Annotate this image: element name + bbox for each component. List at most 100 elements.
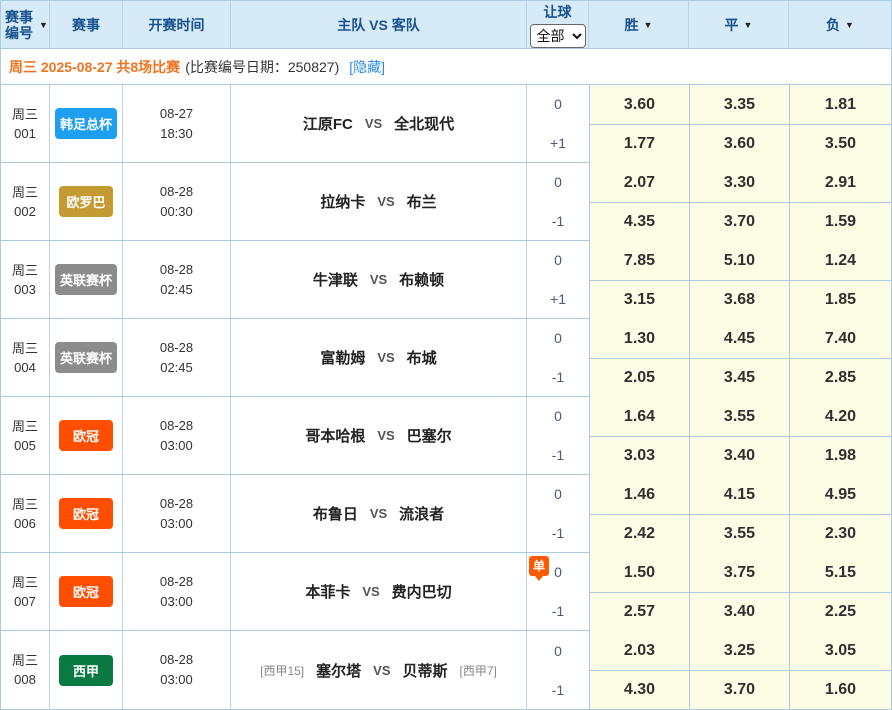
odds-draw-line-2[interactable]: 3.45 (689, 358, 789, 397)
odds-lose-line-2[interactable]: 1.59 (789, 202, 891, 241)
time-cell: 08-28 03:00 (123, 553, 231, 630)
match-date: 08-28 (160, 650, 193, 670)
vs-label: VS (370, 272, 387, 287)
odds-draw-line-1[interactable]: 4.15 (689, 475, 789, 514)
league-badge[interactable]: 西甲 (59, 655, 113, 686)
handicap-line-2: +1 (550, 280, 566, 319)
odds-draw-line-1[interactable]: 3.75 (689, 553, 789, 592)
odds-draw-line-1[interactable]: 5.10 (689, 241, 789, 280)
handicap-line-1: 0 (554, 241, 562, 280)
odds-win-line-2[interactable]: 4.30 (589, 670, 689, 709)
odds-lose-line-2[interactable]: 2.25 (789, 592, 891, 631)
odds-lose-line-2[interactable]: 3.50 (789, 124, 891, 163)
handicap-line-2: -1 (552, 592, 564, 631)
league-badge[interactable]: 韩足总杯 (55, 108, 117, 139)
vs-label: VS (377, 350, 394, 365)
odds-win-line-1[interactable]: 1.46 (589, 475, 689, 514)
odds-lose-line-2[interactable]: 1.98 (789, 436, 891, 475)
away-rank: [西甲7] (460, 662, 497, 679)
away-team: 费内巴切 (392, 581, 452, 602)
odds-win-line-1[interactable]: 2.03 (589, 631, 689, 670)
league-cell: 欧罗巴 (50, 163, 123, 240)
match-day: 周三 (12, 495, 38, 514)
header-win[interactable]: 胜 ▼ (589, 1, 689, 48)
vs-label: VS (365, 116, 382, 131)
odds-draw-line-1[interactable]: 4.45 (689, 319, 789, 358)
header-draw[interactable]: 平 ▼ (689, 1, 789, 48)
odds-win-line-1[interactable]: 1.64 (589, 397, 689, 436)
away-team: 巴塞尔 (407, 425, 452, 446)
home-team: 富勒姆 (320, 347, 365, 368)
lose-sort-caret-icon[interactable]: ▼ (845, 20, 854, 30)
match-number: 005 (14, 436, 36, 455)
odds-draw-line-2[interactable]: 3.68 (689, 280, 789, 319)
odds-draw-line-2[interactable]: 3.70 (689, 670, 789, 709)
win-sort-caret-icon[interactable]: ▼ (644, 20, 653, 30)
league-badge[interactable]: 欧冠 (59, 498, 113, 529)
teams-cell: 哥本哈根 VS 巴塞尔 (231, 397, 527, 474)
odds-draw-line-1[interactable]: 3.55 (689, 397, 789, 436)
vs-label: VS (370, 506, 387, 521)
league-cell: 欧冠 (50, 475, 123, 552)
odds-lose-line-1[interactable]: 5.15 (789, 553, 891, 592)
header-match-id[interactable]: 赛事编号 ▼ (1, 1, 50, 48)
header-match-id-label: 赛事编号 (2, 9, 36, 41)
odds-draw-line-2[interactable]: 3.40 (689, 592, 789, 631)
home-team: 塞尔塔 (316, 660, 361, 681)
odds-win-line-1[interactable]: 7.85 (589, 241, 689, 280)
odds-draw-line-2[interactable]: 3.60 (689, 124, 789, 163)
handicap-filter-select[interactable]: 全部 (530, 24, 586, 48)
league-badge[interactable]: 欧罗巴 (59, 186, 113, 217)
handicap-cell: 0 -1 (527, 475, 589, 552)
odds-win-line-1[interactable]: 2.07 (589, 163, 689, 202)
away-team: 布兰 (407, 191, 437, 212)
odds-win-line-2[interactable]: 2.05 (589, 358, 689, 397)
odds-win-line-2[interactable]: 2.42 (589, 514, 689, 553)
odds-lose-line-1[interactable]: 4.95 (789, 475, 891, 514)
league-badge[interactable]: 欧冠 (59, 576, 113, 607)
sort-caret-icon[interactable]: ▼ (39, 20, 48, 30)
hide-link[interactable]: [隐藏] (349, 57, 385, 77)
match-day: 周三 (12, 183, 38, 202)
odds-draw-line-2[interactable]: 3.55 (689, 514, 789, 553)
draw-sort-caret-icon[interactable]: ▼ (744, 20, 753, 30)
handicap-cell: 0 -1 (527, 163, 589, 240)
odds-win-line-2[interactable]: 4.35 (589, 202, 689, 241)
odds-lose-line-1[interactable]: 7.40 (789, 319, 891, 358)
odds-lose-line-2[interactable]: 1.85 (789, 280, 891, 319)
odds-lose-line-2[interactable]: 1.60 (789, 670, 891, 709)
match-date: 08-28 (160, 338, 193, 358)
odds-lose-line-2[interactable]: 2.30 (789, 514, 891, 553)
header-draw-label: 平 (725, 15, 739, 35)
odds-draw-line-1[interactable]: 3.35 (689, 85, 789, 124)
odds-lose-line-1[interactable]: 3.05 (789, 631, 891, 670)
odds-lose-line-1[interactable]: 1.24 (789, 241, 891, 280)
teams-cell: 牛津联 VS 布赖顿 (231, 241, 527, 318)
league-badge[interactable]: 英联赛杯 (55, 342, 117, 373)
odds-win-line-2[interactable]: 3.03 (589, 436, 689, 475)
league-badge[interactable]: 欧冠 (59, 420, 113, 451)
league-badge[interactable]: 英联赛杯 (55, 264, 117, 295)
match-list: 周三 001 韩足总杯 08-27 18:30 江原FC VS 全北现代 0 +… (1, 85, 891, 709)
odds-lose-line-1[interactable]: 2.91 (789, 163, 891, 202)
match-row: 周三 004 英联赛杯 08-28 02:45 富勒姆 VS 布城 0 -1 1… (1, 319, 891, 397)
odds-win-line-1[interactable]: 1.50 (589, 553, 689, 592)
odds-lose-line-1[interactable]: 4.20 (789, 397, 891, 436)
odds-draw-line-2[interactable]: 3.40 (689, 436, 789, 475)
odds-lose-line-2[interactable]: 2.85 (789, 358, 891, 397)
home-team: 本菲卡 (305, 581, 350, 602)
odds-win-line-1[interactable]: 3.60 (589, 85, 689, 124)
odds-win-line-1[interactable]: 1.30 (589, 319, 689, 358)
odds-win-line-2[interactable]: 3.15 (589, 280, 689, 319)
header-lose[interactable]: 负 ▼ (789, 1, 891, 48)
odds-draw-line-1[interactable]: 3.30 (689, 163, 789, 202)
handicap-line-1: 0 (554, 553, 562, 592)
odds-win-line-2[interactable]: 1.77 (589, 124, 689, 163)
odds-lose-line-1[interactable]: 1.81 (789, 85, 891, 124)
vs-label: VS (362, 584, 379, 599)
odds-win-line-2[interactable]: 2.57 (589, 592, 689, 631)
handicap-line-2: -1 (552, 202, 564, 241)
odds-draw-line-2[interactable]: 3.70 (689, 202, 789, 241)
home-team: 哥本哈根 (305, 425, 365, 446)
odds-draw-line-1[interactable]: 3.25 (689, 631, 789, 670)
